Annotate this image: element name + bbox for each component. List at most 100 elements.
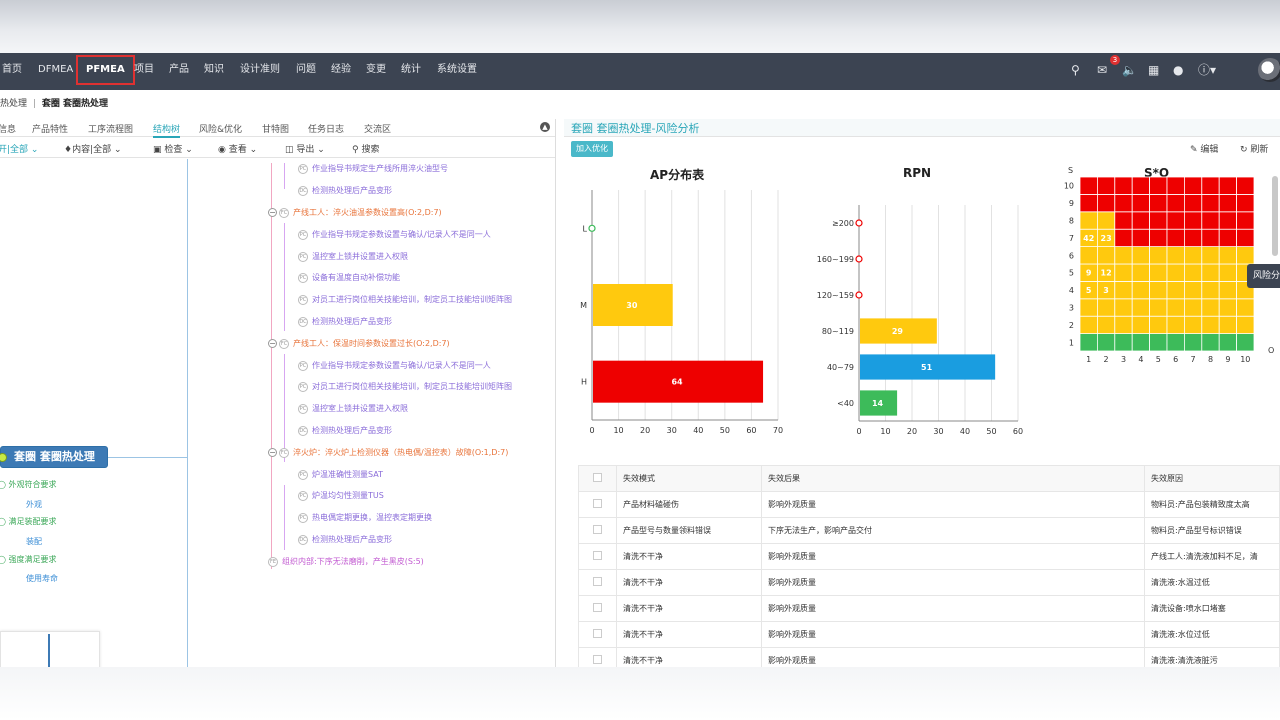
- node-type-icon: FC: [279, 447, 289, 458]
- panel-title: 套圈 套圈热处理-风险分析: [571, 120, 699, 136]
- nav-knowledge[interactable]: 知识: [204, 53, 224, 90]
- node-type-icon: PC: [298, 381, 308, 392]
- tree-group-node[interactable]: − FC 淬火炉：淬火炉上检测仪器（热电偶/温控表）故障(O:1,D:7): [268, 447, 508, 459]
- nav-design-rules[interactable]: 设计准则: [240, 53, 280, 90]
- search-icon[interactable]: ⚲: [1071, 63, 1080, 77]
- edit-icon: ✎: [1190, 145, 1198, 155]
- requirement-label: 外观符合要求: [8, 480, 57, 489]
- breadcrumb-parent[interactable]: 热处理: [0, 99, 27, 109]
- tree-leaf-node[interactable]: PC 对员工进行岗位相关技能培训，制定员工技能培训矩阵图: [298, 294, 512, 306]
- collapse-minus-icon[interactable]: −: [268, 448, 277, 457]
- tree-leaf-node[interactable]: PC 作业指导书规定参数设置与确认/记录人不是同一人: [298, 360, 491, 372]
- ap-chart-title: AP分布表: [650, 168, 705, 182]
- matrix-cell: [1079, 315, 1098, 334]
- select-all-checkbox[interactable]: [593, 473, 602, 482]
- requirement-node[interactable]: ◯ 外观符合要求: [0, 479, 57, 490]
- row-checkbox[interactable]: [593, 525, 602, 534]
- row-checkbox[interactable]: [593, 551, 602, 560]
- tab-info[interactable]: 信息: [0, 122, 16, 135]
- tree-leaf-node[interactable]: PC 设备有温度自动补偿功能: [298, 272, 400, 284]
- table-row[interactable]: 产品材料磕碰伤 影响外观质量 物料员:产品包装精致度太高: [578, 491, 1280, 518]
- tree-group-node[interactable]: FE 组织内部:下序无法磨削，产生黑皮(S:5): [268, 556, 424, 568]
- table-row[interactable]: 清洗不干净 影响外观质量 清洗液:水温过低: [578, 569, 1280, 596]
- row-checkbox[interactable]: [593, 603, 602, 612]
- view-menu[interactable]: ◉ 查看 ⌄: [218, 142, 257, 155]
- collapse-minus-icon[interactable]: −: [268, 339, 277, 348]
- tree-leaf-node[interactable]: DC 检测热处理后产品变形: [298, 316, 392, 328]
- tree-leaf-node[interactable]: PC 对员工进行岗位相关技能培训，制定员工技能培训矩阵图: [298, 381, 512, 393]
- view-label: 查看: [228, 145, 247, 155]
- mail-icon[interactable]: ✉: [1097, 63, 1107, 77]
- requirement-child[interactable]: 外观: [26, 499, 42, 510]
- chart-scrollbar[interactable]: [1272, 176, 1278, 256]
- requirement-child[interactable]: 使用寿命: [26, 573, 58, 584]
- tab-product-characteristics[interactable]: 产品特性: [32, 122, 68, 135]
- tree-leaf-node[interactable]: DC 检测热处理后产品变形: [298, 425, 392, 437]
- table-row[interactable]: 清洗不干净 影响外观质量 产线工人:清洗液加料不足，清: [578, 543, 1280, 570]
- tree-leaf-node[interactable]: PC 炉温准确性测量SAT: [298, 469, 383, 481]
- tree-leaf-node[interactable]: PC 温控室上锁并设置进入权限: [298, 251, 408, 263]
- table-row[interactable]: 产品型号与数量领料错误 下序无法生产，影响产品交付 物料员:产品型号标识错误: [578, 517, 1280, 544]
- y-tick-label: ≥200: [832, 219, 854, 228]
- nav-project[interactable]: 项目: [134, 53, 154, 90]
- avatar[interactable]: [1258, 58, 1280, 82]
- table-row[interactable]: 清洗不干净 影响外观质量 清洗液:清洗液脏污: [578, 647, 1280, 667]
- refresh-button[interactable]: ↻ 刷新: [1240, 142, 1268, 155]
- tab-task-log[interactable]: 任务日志: [308, 122, 344, 135]
- tree-group-node[interactable]: − FC 产线工人：保温时间参数设置过长(O:2,D:7): [268, 338, 450, 350]
- expand-select[interactable]: 开|全部 ⌄: [0, 142, 38, 155]
- column-header[interactable]: 失效原因: [1144, 465, 1280, 492]
- tab-gantt[interactable]: 甘特图: [262, 122, 289, 135]
- chat-icon[interactable]: ●: [1173, 63, 1183, 77]
- row-checkbox[interactable]: [593, 655, 602, 664]
- requirement-node[interactable]: ◯ 强度满足要求: [0, 554, 57, 565]
- tree-leaf-node[interactable]: PC 炉温均匀性测量TUS: [298, 490, 384, 502]
- nav-system-settings[interactable]: 系统设置: [437, 53, 477, 90]
- column-header[interactable]: 失效后果: [761, 465, 1145, 492]
- search-button[interactable]: ⚲ 搜索: [352, 142, 379, 155]
- add-optimization-button[interactable]: 加入优化: [571, 141, 613, 157]
- collapse-up-icon[interactable]: ▲: [540, 122, 550, 132]
- nav-statistics[interactable]: 统计: [401, 53, 421, 90]
- tree-leaf-node[interactable]: DC 检测热处理后产品变形: [298, 534, 392, 546]
- nav-pfmea[interactable]: PFMEA: [76, 55, 135, 85]
- check-menu[interactable]: ▣ 检查 ⌄: [153, 142, 193, 155]
- collapse-minus-icon[interactable]: −: [268, 208, 277, 217]
- tree-leaf-node[interactable]: PC 热电偶定期更换，温控表定期更换: [298, 512, 432, 524]
- nav-issues[interactable]: 问题: [296, 53, 316, 90]
- tree-group-node[interactable]: − FC 产线工人：淬火油温参数设置高(O:2,D:7): [268, 207, 442, 219]
- tree-leaf-node[interactable]: PC 温控室上锁并设置进入权限: [298, 403, 408, 415]
- row-checkbox[interactable]: [593, 499, 602, 508]
- row-select-cell: [578, 543, 617, 570]
- tree-leaf-node[interactable]: PC 作业指导书规定生产线所用淬火油型号: [298, 163, 448, 175]
- row-checkbox[interactable]: [593, 629, 602, 638]
- edit-button[interactable]: ✎ 编辑: [1190, 142, 1218, 155]
- tree-node-label: 设备有温度自动补偿功能: [312, 273, 400, 282]
- calendar-icon[interactable]: ▦: [1148, 63, 1159, 77]
- nav-dfmea[interactable]: DFMEA: [38, 53, 73, 90]
- tree-node-label: 产线工人：保温时间参数设置过长(O:2,D:7): [293, 339, 450, 348]
- requirement-node[interactable]: ◯ 满足装配要求: [0, 516, 57, 527]
- help-icon[interactable]: ⓘ▾: [1198, 63, 1216, 77]
- row-checkbox[interactable]: [593, 577, 602, 586]
- export-menu[interactable]: ◫ 导出 ⌄: [285, 142, 325, 155]
- tab-structure-tree[interactable]: 结构树: [153, 122, 181, 138]
- table-row[interactable]: 清洗不干净 影响外观质量 清洗液:水位过低: [578, 621, 1280, 648]
- risk-side-tab[interactable]: 风险分: [1247, 264, 1280, 288]
- tab-discussion[interactable]: 交流区: [364, 122, 391, 135]
- tree-root-node[interactable]: 套圈 套圈热处理: [0, 446, 108, 468]
- requirement-child[interactable]: 装配: [26, 536, 42, 547]
- nav-change[interactable]: 变更: [366, 53, 386, 90]
- nav-product[interactable]: 产品: [169, 53, 189, 90]
- tab-risk-optimization[interactable]: 风险&优化: [199, 122, 242, 135]
- tree-minimap[interactable]: [0, 631, 100, 667]
- tree-leaf-node[interactable]: PC 作业指导书规定参数设置与确认/记录人不是同一人: [298, 229, 491, 241]
- column-header[interactable]: 失效模式: [616, 465, 762, 492]
- tree-leaf-node[interactable]: DC 检测热处理后产品变形: [298, 185, 392, 197]
- nav-home[interactable]: 首页: [2, 53, 22, 90]
- nav-experience[interactable]: 经验: [331, 53, 351, 90]
- speaker-icon[interactable]: 🔈: [1122, 63, 1137, 77]
- table-row[interactable]: 清洗不干净 影响外观质量 清洗设备:喷水口堵塞: [578, 595, 1280, 622]
- tab-process-flow[interactable]: 工序流程图: [88, 122, 133, 135]
- content-select[interactable]: ♦内容|全部 ⌄: [64, 142, 122, 155]
